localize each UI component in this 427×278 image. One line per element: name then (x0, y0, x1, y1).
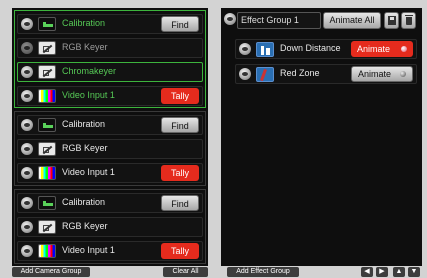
tally-button[interactable]: Tally (161, 88, 199, 104)
eye-icon[interactable] (239, 68, 251, 80)
calibration-icon (38, 118, 56, 132)
find-button[interactable]: Find (161, 16, 199, 32)
eye-icon[interactable] (21, 245, 33, 257)
clear-all-button[interactable]: Clear All (163, 267, 208, 277)
row-label: Calibration (62, 197, 106, 207)
effect-row-down-distance[interactable]: Down Distance Animate (235, 39, 417, 59)
row-label: Calibration (62, 119, 106, 129)
eye-icon[interactable] (224, 13, 236, 25)
calibration-icon (38, 196, 56, 210)
list-item[interactable]: Calibration Find (17, 115, 203, 135)
keyer-icon (38, 142, 56, 156)
animate-button[interactable]: Animate (351, 66, 413, 82)
save-button[interactable] (384, 12, 399, 29)
keyer-icon (38, 220, 56, 234)
video-icon (38, 244, 56, 258)
effect-groups-panel: Effect Group 1 Animate All Down Distance… (221, 8, 422, 266)
trash-icon (405, 15, 413, 25)
eye-icon[interactable] (21, 66, 33, 78)
tally-button[interactable]: Tally (161, 243, 199, 259)
animate-label: Animate (358, 69, 392, 79)
eye-icon[interactable] (239, 43, 251, 55)
effect-row-red-zone[interactable]: Red Zone Animate (235, 64, 417, 84)
list-item[interactable]: Video Input 1 Tally (17, 241, 203, 261)
row-label: Video Input 1 (62, 245, 115, 255)
down-distance-icon (256, 42, 274, 57)
eye-icon[interactable] (21, 42, 33, 54)
camera-group-3[interactable]: Calibration Find RGB Keyer Video Input 1… (14, 189, 206, 264)
floppy-icon (388, 16, 396, 25)
find-button[interactable]: Find (161, 195, 199, 211)
list-item[interactable]: Video Input 1 Tally (17, 163, 203, 183)
effect-label: Red Zone (280, 68, 320, 78)
calibration-icon (38, 17, 56, 31)
row-label: Video Input 1 (62, 167, 115, 177)
red-zone-icon (256, 67, 274, 82)
row-label: Chromakeyer (62, 66, 117, 76)
nav-left-icon[interactable]: ◀ (361, 267, 373, 277)
add-camera-group-button[interactable]: Add Camera Group (12, 267, 90, 277)
eye-icon[interactable] (21, 18, 33, 30)
eye-icon[interactable] (21, 167, 33, 179)
keyer-icon (38, 41, 56, 55)
camera-group-2[interactable]: Calibration Find RGB Keyer Video Input 1… (14, 111, 206, 186)
nav-down-icon[interactable]: ▼ (408, 267, 420, 277)
status-dot-icon (401, 46, 407, 52)
row-label: Video Input 1 (62, 90, 115, 100)
row-label: Calibration (62, 18, 106, 28)
eye-icon[interactable] (21, 143, 33, 155)
eye-icon[interactable] (21, 119, 33, 131)
row-label: RGB Keyer (62, 143, 108, 153)
camera-groups-panel: Calibration Find RGB Keyer Chromakeyer V… (12, 8, 208, 266)
keyer-icon (38, 65, 56, 79)
eye-icon[interactable] (21, 221, 33, 233)
add-effect-group-button[interactable]: Add Effect Group (227, 267, 299, 277)
camera-group-1[interactable]: Calibration Find RGB Keyer Chromakeyer V… (14, 10, 206, 108)
tally-button[interactable]: Tally (161, 165, 199, 181)
video-icon (38, 89, 56, 103)
list-item[interactable]: RGB Keyer (17, 139, 203, 159)
list-item[interactable]: Chromakeyer (17, 62, 203, 82)
status-dot-icon (400, 71, 406, 77)
animate-button[interactable]: Animate (351, 41, 413, 57)
animate-all-button[interactable]: Animate All (323, 12, 381, 29)
eye-icon[interactable] (21, 90, 33, 102)
effect-group-name-field[interactable]: Effect Group 1 (237, 12, 321, 29)
list-item[interactable]: Video Input 1 Tally (17, 86, 203, 106)
nav-up-icon[interactable]: ▲ (393, 267, 405, 277)
row-label: RGB Keyer (62, 221, 108, 231)
list-item[interactable]: RGB Keyer (17, 38, 203, 58)
video-icon (38, 166, 56, 180)
list-item[interactable]: Calibration Find (17, 193, 203, 213)
find-button[interactable]: Find (161, 117, 199, 133)
row-label: RGB Keyer (62, 42, 108, 52)
delete-button[interactable] (401, 12, 416, 29)
list-item[interactable]: RGB Keyer (17, 217, 203, 237)
animate-label: Animate (357, 44, 391, 54)
nav-right-icon[interactable]: ▶ (376, 267, 388, 277)
eye-icon[interactable] (21, 197, 33, 209)
effect-label: Down Distance (280, 43, 341, 53)
list-item[interactable]: Calibration Find (17, 14, 203, 34)
